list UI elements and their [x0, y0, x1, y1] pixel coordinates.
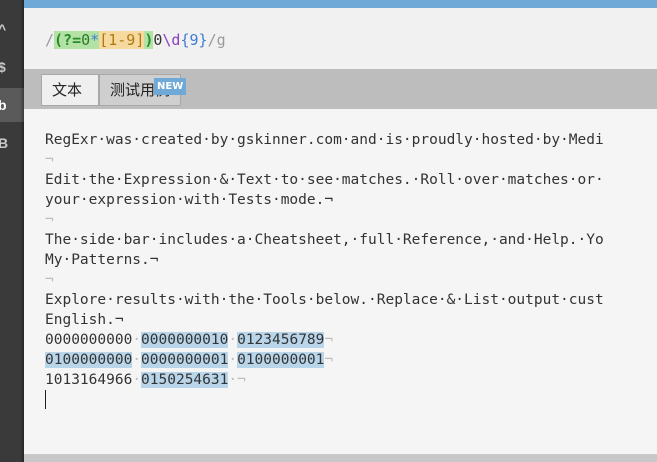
line-end-marker: ¬ [237, 372, 246, 388]
text-line: My·Patterns.¬ [45, 252, 159, 268]
tab-bar: 文本 测试用例 [24, 69, 657, 109]
expression-quantifier: {9} [180, 31, 208, 49]
space-marker: · [228, 332, 238, 348]
number-row: 0100000000·0000000001·0100000001¬ [45, 350, 604, 370]
text-line: Explore·results·with·the·Tools·below.·Re… [45, 292, 604, 308]
text-caret [45, 390, 46, 409]
space-marker: · [132, 352, 142, 368]
space-marker: · [228, 352, 238, 368]
expression-open-delimiter: / [45, 31, 55, 49]
expression-close-delimiter: / [207, 31, 217, 49]
text-pane[interactable]: RegExr·was·created·by·gskinner.com·and·i… [24, 109, 657, 454]
match-highlight[interactable]: 0100000001 [237, 352, 325, 368]
line-end-marker: ¬ [324, 332, 334, 348]
match-highlight[interactable]: 0150254631 [141, 372, 229, 388]
space-marker: · [132, 372, 142, 388]
text-line: Edit·the·Expression·&·Text·to·see·matche… [45, 172, 604, 188]
match-highlight[interactable]: 0000000001 [141, 352, 229, 368]
top-accent-bar [24, 0, 657, 8]
test-text[interactable]: RegExr·was·created·by·gskinner.com·and·i… [45, 130, 604, 410]
expression-flags[interactable]: g [217, 31, 226, 49]
bottom-panel-edge [24, 454, 657, 462]
digit-escape: \d [162, 31, 181, 49]
new-badge: NEW [154, 78, 187, 95]
lookahead-quantifier: * [90, 31, 100, 49]
number-row: 0000000000·0000000010·0123456789¬ [45, 330, 604, 350]
sidebar-item-label: $ [0, 59, 6, 75]
char-set-open: [ [99, 31, 109, 49]
text-line: RegExr·was·created·by·gskinner.com·and·i… [45, 132, 604, 148]
number-token: 1013164966 [45, 372, 133, 388]
cursor-line [45, 390, 604, 410]
char-set-range: 1-9 [108, 31, 136, 49]
text-line: ¬ [45, 212, 54, 228]
lookahead-char: 0 [81, 31, 91, 49]
match-highlight[interactable]: 0000000010 [141, 332, 229, 348]
sidebar-item-label: ^ [0, 21, 7, 37]
sidebar: ^ $ b B [0, 0, 24, 462]
number-row: 1013164966·0150254631·¬ [45, 370, 604, 390]
sidebar-item-label: B [0, 135, 9, 151]
text-line: English.¬ [45, 312, 124, 328]
lookahead-open: (?= [54, 31, 82, 49]
expression-input[interactable]: /(?=0*[1-9])0\d{9}/g [45, 30, 226, 50]
match-highlight[interactable]: 0100000000 [45, 352, 133, 368]
text-line: ¬ [45, 272, 54, 288]
line-end-marker: ¬ [324, 352, 334, 368]
text-line: ¬ [45, 152, 54, 168]
text-line: The·side·bar·includes·a·Cheatsheet,·full… [45, 232, 604, 248]
expression-editor[interactable]: /(?=0*[1-9])0\d{9}/g [24, 8, 657, 70]
char-set-close: ] [135, 31, 145, 49]
text-line: your·expression·with·Tests·mode.¬ [45, 192, 334, 208]
tab-text[interactable]: 文本 [41, 74, 99, 106]
sidebar-item-label: b [0, 97, 7, 113]
space-marker: · [132, 332, 142, 348]
number-token: 0000000000 [45, 332, 133, 348]
space-marker: · [228, 372, 238, 388]
match-highlight[interactable]: 0123456789 [237, 332, 325, 348]
